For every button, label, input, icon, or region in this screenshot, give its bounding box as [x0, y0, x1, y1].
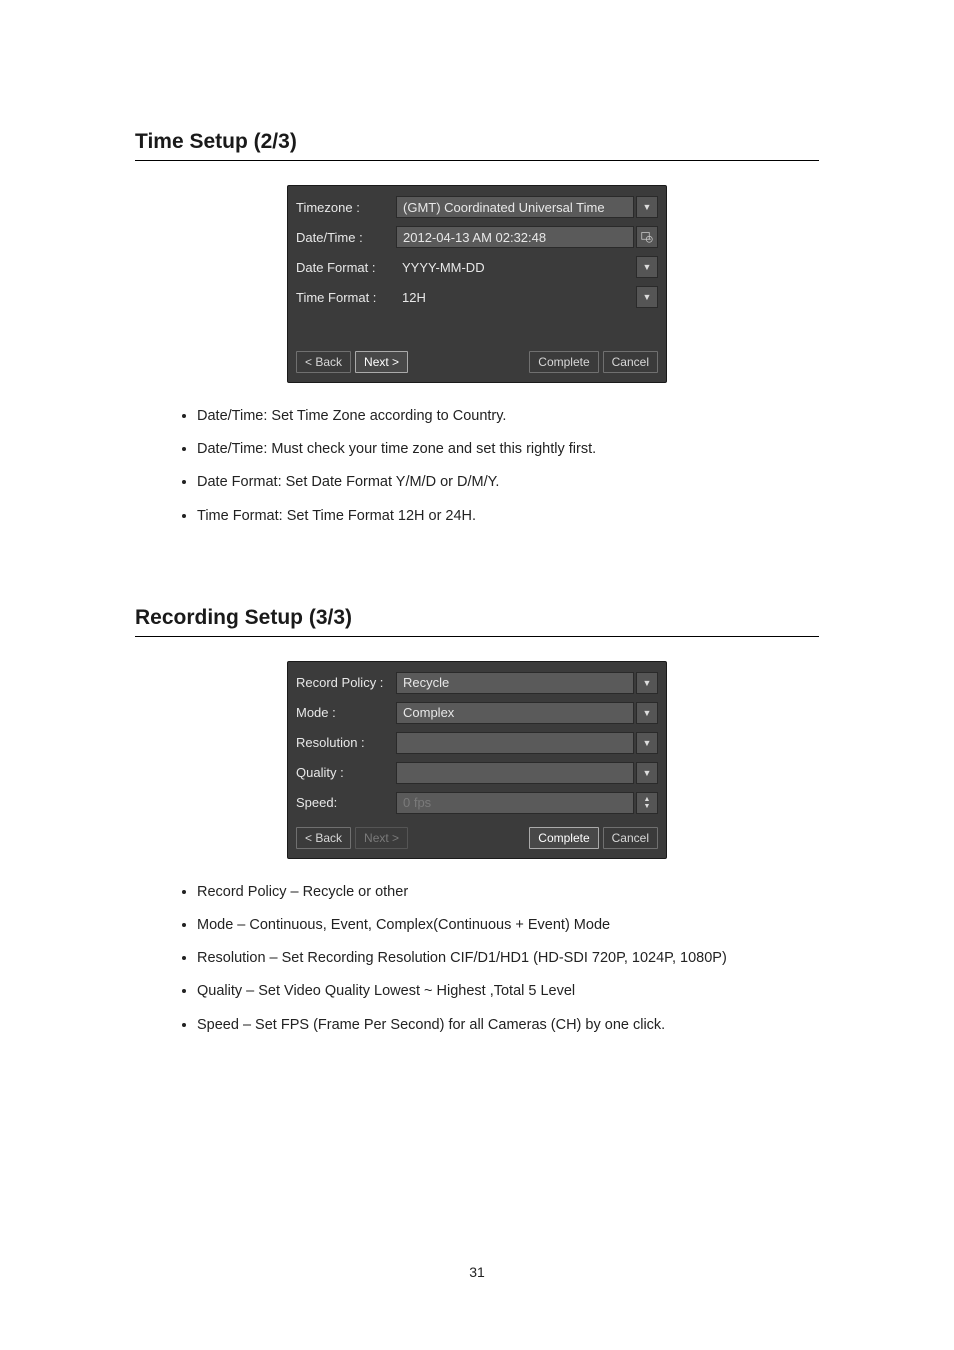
dateformat-label: Date Format :: [296, 260, 396, 275]
list-item: Date/Time: Must check your time zone and…: [197, 438, 819, 461]
chevron-down-icon[interactable]: ▼: [636, 762, 658, 784]
spinner-icon[interactable]: ▲▼: [636, 792, 658, 814]
list-item: Date/Time: Set Time Zone according to Co…: [197, 405, 819, 428]
mode-select[interactable]: Complex: [396, 702, 634, 724]
timeformat-select[interactable]: 12H: [396, 286, 634, 308]
cancel-button[interactable]: Cancel: [603, 351, 658, 373]
chevron-down-icon[interactable]: ▼: [636, 286, 658, 308]
back-button[interactable]: < Back: [296, 827, 351, 849]
time-setup-heading: Time Setup (2/3): [135, 130, 819, 161]
list-item: Record Policy – Recycle or other: [197, 881, 819, 904]
resolution-select[interactable]: [396, 732, 634, 754]
resolution-label: Resolution :: [296, 735, 396, 750]
cancel-button[interactable]: Cancel: [603, 827, 658, 849]
list-item: Mode – Continuous, Event, Complex(Contin…: [197, 914, 819, 937]
calendar-clock-icon[interactable]: [636, 226, 658, 248]
list-item: Quality – Set Video Quality Lowest ~ Hig…: [197, 980, 819, 1003]
quality-select[interactable]: [396, 762, 634, 784]
next-button[interactable]: Next >: [355, 351, 408, 373]
list-item: Date Format: Set Date Format Y/M/D or D/…: [197, 471, 819, 494]
recording-setup-heading: Recording Setup (3/3): [135, 606, 819, 637]
dateformat-select[interactable]: YYYY-MM-DD: [396, 256, 634, 278]
mode-label: Mode :: [296, 705, 396, 720]
chevron-down-icon[interactable]: ▼: [636, 702, 658, 724]
datetime-field[interactable]: 2012-04-13 AM 02:32:48: [396, 226, 634, 248]
list-item: Time Format: Set Time Format 12H or 24H.: [197, 505, 819, 528]
recording-setup-panel: Record Policy : Recycle ▼ Mode : Complex…: [287, 661, 667, 859]
chevron-down-icon[interactable]: ▼: [636, 732, 658, 754]
chevron-down-icon[interactable]: ▼: [636, 196, 658, 218]
speed-field[interactable]: 0 fps: [396, 792, 634, 814]
datetime-label: Date/Time :: [296, 230, 396, 245]
record-policy-label: Record Policy :: [296, 675, 396, 690]
record-policy-select[interactable]: Recycle: [396, 672, 634, 694]
list-item: Resolution – Set Recording Resolution CI…: [197, 947, 819, 970]
back-button[interactable]: < Back: [296, 351, 351, 373]
next-button: Next >: [355, 827, 408, 849]
quality-label: Quality :: [296, 765, 396, 780]
timezone-label: Timezone :: [296, 200, 396, 215]
speed-label: Speed:: [296, 795, 396, 810]
chevron-down-icon[interactable]: ▼: [636, 256, 658, 278]
timezone-select[interactable]: (GMT) Coordinated Universal Time: [396, 196, 634, 218]
time-setup-panel: Timezone : (GMT) Coordinated Universal T…: [287, 185, 667, 383]
complete-button[interactable]: Complete: [529, 351, 598, 373]
chevron-down-icon[interactable]: ▼: [636, 672, 658, 694]
complete-button[interactable]: Complete: [529, 827, 598, 849]
page-number: 31: [0, 1264, 954, 1280]
list-item: Speed – Set FPS (Frame Per Second) for a…: [197, 1014, 819, 1037]
time-setup-notes: Date/Time: Set Time Zone according to Co…: [135, 405, 819, 528]
recording-setup-notes: Record Policy – Recycle or other Mode – …: [135, 881, 819, 1037]
timeformat-label: Time Format :: [296, 290, 396, 305]
